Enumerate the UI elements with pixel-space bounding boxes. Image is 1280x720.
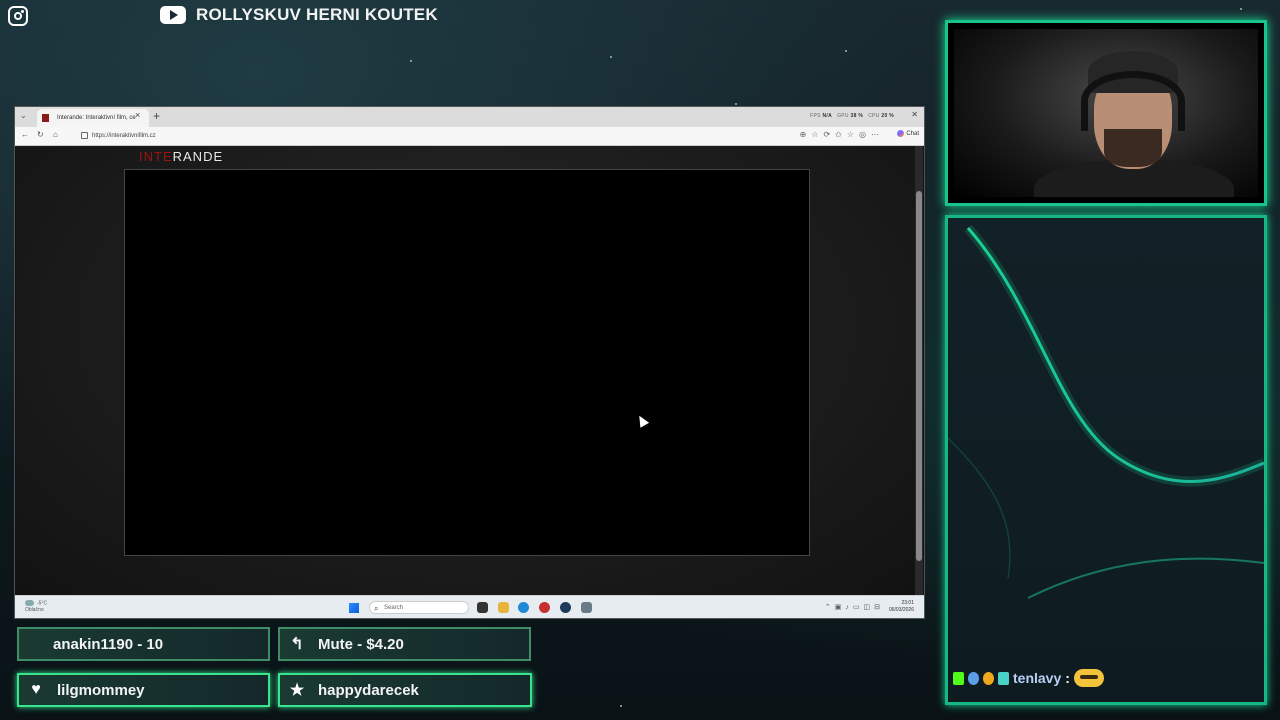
- browser-tab[interactable]: Interande: Interaktivní film, ce: [37, 109, 149, 127]
- alert-bottom-right: ★ happydarecek: [278, 673, 532, 707]
- refresh-icon[interactable]: ↻: [37, 130, 44, 139]
- channel-title: ROLLYSKUV HERNI KOUTEK: [196, 5, 438, 24]
- tab-list-icon[interactable]: ⌄: [20, 111, 27, 120]
- webcam-feed: [954, 29, 1258, 197]
- web-page: INTERANDE: [16, 146, 916, 595]
- home-icon[interactable]: ⌂: [53, 130, 58, 139]
- system-tray-icons[interactable]: ⌃▣♪▭◫⊟: [825, 603, 884, 611]
- clock-time: 23:01: [901, 600, 914, 606]
- weather-widget[interactable]: -5°C Oblačno: [25, 600, 47, 614]
- search-placeholder: Search: [384, 605, 404, 611]
- donation-icon: ↰: [290, 636, 304, 653]
- weather-temp: -5°C: [37, 600, 48, 607]
- heart-icon: ♥: [31, 681, 41, 698]
- settings-icon[interactable]: [581, 602, 592, 613]
- logo-red-part: INTE: [139, 149, 173, 164]
- fps-label: FPS: [810, 113, 821, 119]
- site-favicon-icon: [42, 114, 49, 122]
- close-tab-icon[interactable]: ×: [135, 110, 140, 120]
- windows-taskbar: -5°C Oblačno Search ⌃▣♪▭◫⊟ 23:01 06/03/2…: [15, 595, 924, 618]
- cpu-label: CPU: [868, 113, 880, 119]
- alert-bottom-right-text: happydarecek: [318, 681, 419, 699]
- lock-icon: [81, 131, 88, 139]
- instagram-icon: [8, 6, 28, 26]
- alert-bottom-left: ♥ lilgmommey: [17, 673, 270, 707]
- tab-bar: ⌄ Interande: Interaktivní film, ce × + F…: [15, 107, 924, 127]
- new-tab-button[interactable]: +: [153, 109, 160, 123]
- chat-separator: :: [1065, 670, 1070, 686]
- steam-icon[interactable]: [560, 602, 571, 613]
- toolbar-icons[interactable]: ⊕☆⟳✩☆◎⋯: [800, 130, 884, 139]
- browser-window: ⌄ Interande: Interaktivní film, ce × + F…: [14, 106, 925, 619]
- mouse-cursor-icon: [634, 413, 650, 428]
- site-logo[interactable]: INTERANDE: [139, 149, 223, 164]
- taskbar-search[interactable]: Search: [369, 601, 469, 615]
- gpu-label: GPU: [837, 113, 849, 119]
- star: [1240, 8, 1242, 10]
- obs-icon[interactable]: [539, 602, 550, 613]
- sub-badge-icon: [998, 671, 1009, 685]
- alert-top-left: anakin1190 - 10: [17, 627, 270, 661]
- edge-icon[interactable]: [518, 602, 529, 613]
- youtube-icon: [160, 6, 186, 24]
- clock-date: 06/03/2026: [888, 607, 914, 613]
- windows-start-icon[interactable]: [349, 603, 359, 613]
- chat-username: tenlavy: [1013, 670, 1062, 686]
- url-field[interactable]: https://interaktivnifilm.cz: [81, 130, 156, 142]
- chat-label: Chat: [906, 131, 919, 138]
- address-bar: ← ↻ ⌂ https://interaktivnifilm.cz ⊕☆⟳✩☆◎…: [15, 127, 924, 146]
- scrollbar-thumb[interactable]: [916, 191, 922, 561]
- kick-badge-icon: [953, 671, 964, 685]
- logo-white-part: RANDE: [172, 149, 224, 164]
- headset-icon: [1081, 71, 1185, 131]
- taskbar-clock[interactable]: 23:01 06/03/2026: [889, 600, 914, 614]
- page-scrollbar[interactable]: [915, 146, 923, 595]
- back-icon[interactable]: ←: [21, 130, 29, 139]
- task-view-icon[interactable]: [477, 602, 488, 613]
- star: [845, 50, 847, 52]
- weather-desc: Oblačno: [25, 607, 44, 614]
- drop-badge-icon: [968, 671, 979, 685]
- star: [735, 103, 737, 105]
- chat-message: tenlavy :: [953, 667, 1104, 689]
- copilot-chat-button[interactable]: Chat: [897, 130, 919, 137]
- streamer-beard: [1104, 129, 1162, 167]
- emote-icon: [1073, 669, 1104, 687]
- tab-title: Interande: Interaktivní film, ce: [57, 115, 136, 121]
- video-player[interactable]: [124, 169, 810, 556]
- fps-value: N/A: [822, 113, 832, 119]
- star: [610, 56, 612, 58]
- file-explorer-icon[interactable]: [498, 602, 509, 613]
- gpu-value: 38 %: [850, 113, 864, 119]
- close-window-icon[interactable]: ✕: [911, 110, 918, 119]
- green-wave-graphic: [948, 224, 1264, 599]
- alert-top-right-text: Mute - $4.20: [318, 635, 404, 653]
- cpu-value: 20 %: [881, 113, 894, 119]
- star: [410, 60, 412, 62]
- alert-bottom-left-text: lilgmommey: [57, 681, 145, 699]
- alert-top-left-text: anakin1190 - 10: [53, 635, 164, 653]
- cloud-icon: [25, 600, 34, 606]
- alert-top-right: ↰ Mute - $4.20: [278, 627, 531, 661]
- star-icon: ★: [289, 682, 305, 699]
- webcam-frame: [945, 20, 1267, 206]
- coin-badge-icon: [983, 671, 994, 685]
- decorative-panel: [945, 215, 1267, 705]
- url-text: https://interaktivnifilm.cz: [92, 133, 156, 139]
- performance-stats: FPS N/A GPU 38 % CPU 20 %: [810, 113, 894, 119]
- star: [620, 705, 622, 707]
